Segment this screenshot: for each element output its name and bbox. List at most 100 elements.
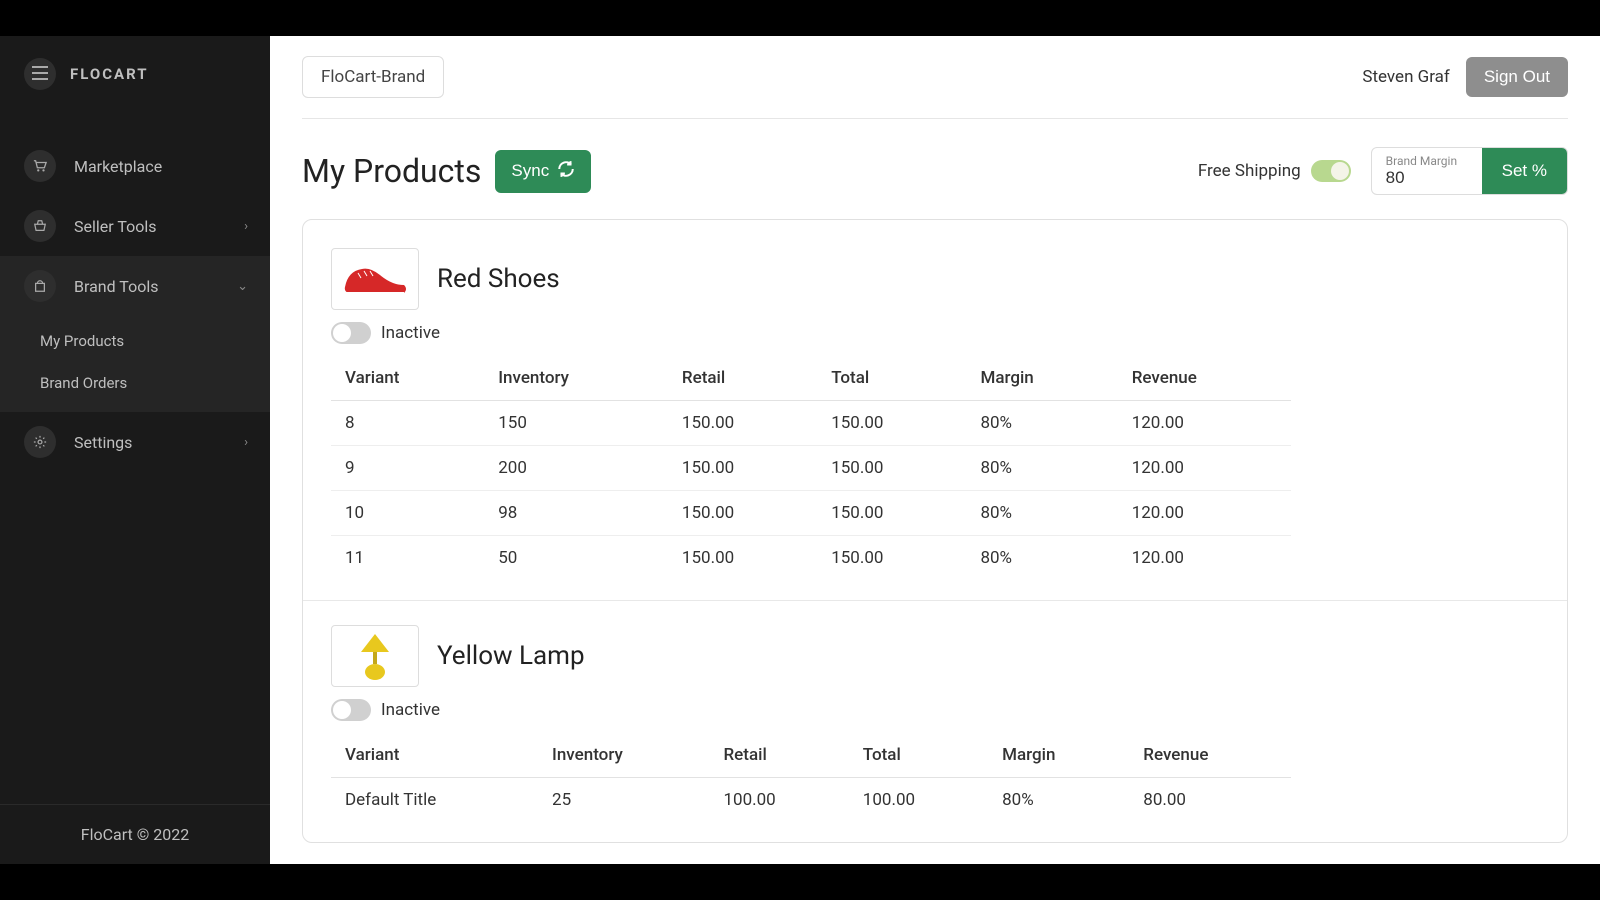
table-header: Margin (966, 356, 1117, 401)
letterbox-bottom (0, 864, 1600, 900)
sidebar-footer: FloCart © 2022 (0, 804, 270, 864)
basket-icon (24, 210, 56, 242)
table-header: Variant (331, 733, 538, 778)
brand-selector[interactable]: FloCart-Brand (302, 56, 444, 98)
product-image (331, 248, 419, 310)
chevron-down-icon: ⌄ (237, 279, 248, 294)
table-row: 8150150.00150.0080%120.00 (331, 401, 1291, 446)
product-status: Inactive (331, 322, 1539, 344)
product-header: Red Shoes (331, 248, 1539, 310)
table-cell: 100.00 (849, 778, 988, 823)
product-status-label: Inactive (381, 700, 440, 720)
table-cell: 120.00 (1118, 446, 1291, 491)
product-name: Yellow Lamp (437, 641, 585, 671)
table-header: Total (849, 733, 988, 778)
table-header: Revenue (1129, 733, 1291, 778)
bag-icon (24, 270, 56, 302)
products-card: Red ShoesInactiveVariantInventoryRetailT… (302, 219, 1568, 843)
table-header: Total (817, 356, 966, 401)
subnav-item-label: Brand Orders (40, 374, 127, 392)
menu-button[interactable] (24, 58, 56, 90)
refresh-icon (557, 160, 575, 183)
table-cell: 25 (538, 778, 709, 823)
sidebar-item-brand-tools[interactable]: Brand Tools ⌄ (0, 256, 270, 316)
table-header: Revenue (1118, 356, 1291, 401)
sidebar-item-label: Marketplace (74, 157, 162, 176)
table-cell: 80% (966, 446, 1117, 491)
sidebar: FLOCART Marketplace Seller Tools › (0, 36, 270, 864)
table-cell: 80.00 (1129, 778, 1291, 823)
sync-button-label: Sync (511, 161, 549, 181)
subnav-item-my-products[interactable]: My Products (0, 320, 270, 362)
table-cell: 98 (484, 491, 668, 536)
table-cell: 120.00 (1118, 491, 1291, 536)
table-cell: 150.00 (817, 536, 966, 581)
product-active-toggle[interactable] (331, 699, 371, 721)
table-cell: 10 (331, 491, 484, 536)
gear-icon (24, 426, 56, 458)
table-row: 9200150.00150.0080%120.00 (331, 446, 1291, 491)
toggle-knob (333, 324, 351, 342)
product-active-toggle[interactable] (331, 322, 371, 344)
product-image (331, 625, 419, 687)
sidebar-item-marketplace[interactable]: Marketplace (0, 136, 270, 196)
table-row: 1098150.00150.0080%120.00 (331, 491, 1291, 536)
product-status: Inactive (331, 699, 1539, 721)
sidebar-item-settings[interactable]: Settings › (0, 412, 270, 472)
table-cell: 150.00 (817, 446, 966, 491)
sidebar-nav: Marketplace Seller Tools › Brand Tools ⌄… (0, 112, 270, 804)
table-cell: 80% (988, 778, 1129, 823)
subnav-item-brand-orders[interactable]: Brand Orders (0, 362, 270, 404)
table-cell: 9 (331, 446, 484, 491)
sidebar-item-seller-tools[interactable]: Seller Tools › (0, 196, 270, 256)
main: FloCart-Brand Steven Graf Sign Out My Pr… (270, 36, 1600, 864)
free-shipping-toggle-group: Free Shipping (1198, 160, 1351, 182)
table-row: Default Title25100.00100.0080%80.00 (331, 778, 1291, 823)
table-cell: 100.00 (709, 778, 848, 823)
brand-margin-input[interactable] (1386, 168, 1466, 188)
table-header: Inventory (538, 733, 709, 778)
sidebar-header: FLOCART (0, 36, 270, 112)
set-margin-button[interactable]: Set % (1482, 148, 1567, 194)
brand-margin-label: Brand Margin (1386, 154, 1468, 168)
table-cell: 150.00 (668, 491, 817, 536)
product: Red ShoesInactiveVariantInventoryRetailT… (303, 224, 1567, 601)
toggle-knob (333, 701, 351, 719)
product: Yellow Lamp Inactive VariantInventoryRetai… (303, 601, 1567, 842)
sidebar-item-label: Seller Tools (74, 217, 157, 236)
table-cell: 150.00 (668, 536, 817, 581)
table-cell: 200 (484, 446, 668, 491)
variant-table: VariantInventoryRetailTotalMarginRevenue… (331, 733, 1291, 822)
brand-margin-group: Brand Margin Set % (1371, 147, 1568, 195)
brand-title: FLOCART (70, 65, 149, 83)
brand-margin-input-wrap[interactable]: Brand Margin (1372, 148, 1482, 194)
brand-selector-value: FloCart-Brand (321, 67, 425, 87)
sidebar-item-label: Settings (74, 433, 132, 452)
subnav-item-label: My Products (40, 332, 124, 350)
table-cell: 11 (331, 536, 484, 581)
table-cell: 80% (966, 401, 1117, 446)
table-header: Retail (709, 733, 848, 778)
table-cell: 120.00 (1118, 401, 1291, 446)
product-header: Yellow Lamp (331, 625, 1539, 687)
table-header: Inventory (484, 356, 668, 401)
app-container: FLOCART Marketplace Seller Tools › (0, 36, 1600, 864)
user-name: Steven Graf (1362, 67, 1449, 87)
product-name: Red Shoes (437, 264, 560, 294)
table-cell: 150.00 (668, 401, 817, 446)
free-shipping-label: Free Shipping (1198, 161, 1301, 181)
table-header: Margin (988, 733, 1129, 778)
sync-button[interactable]: Sync (495, 150, 591, 193)
table-cell: 8 (331, 401, 484, 446)
sidebar-item-label: Brand Tools (74, 277, 158, 296)
table-row: 1150150.00150.0080%120.00 (331, 536, 1291, 581)
topbar-right: Steven Graf Sign Out (1362, 57, 1568, 97)
topbar: FloCart-Brand Steven Graf Sign Out (302, 36, 1568, 119)
table-cell: 80% (966, 536, 1117, 581)
free-shipping-toggle[interactable] (1311, 160, 1351, 182)
sign-out-button[interactable]: Sign Out (1466, 57, 1568, 97)
table-cell: 150.00 (817, 491, 966, 536)
brand-tools-subnav: My Products Brand Orders (0, 316, 270, 412)
chevron-right-icon: › (244, 435, 248, 450)
table-header: Retail (668, 356, 817, 401)
